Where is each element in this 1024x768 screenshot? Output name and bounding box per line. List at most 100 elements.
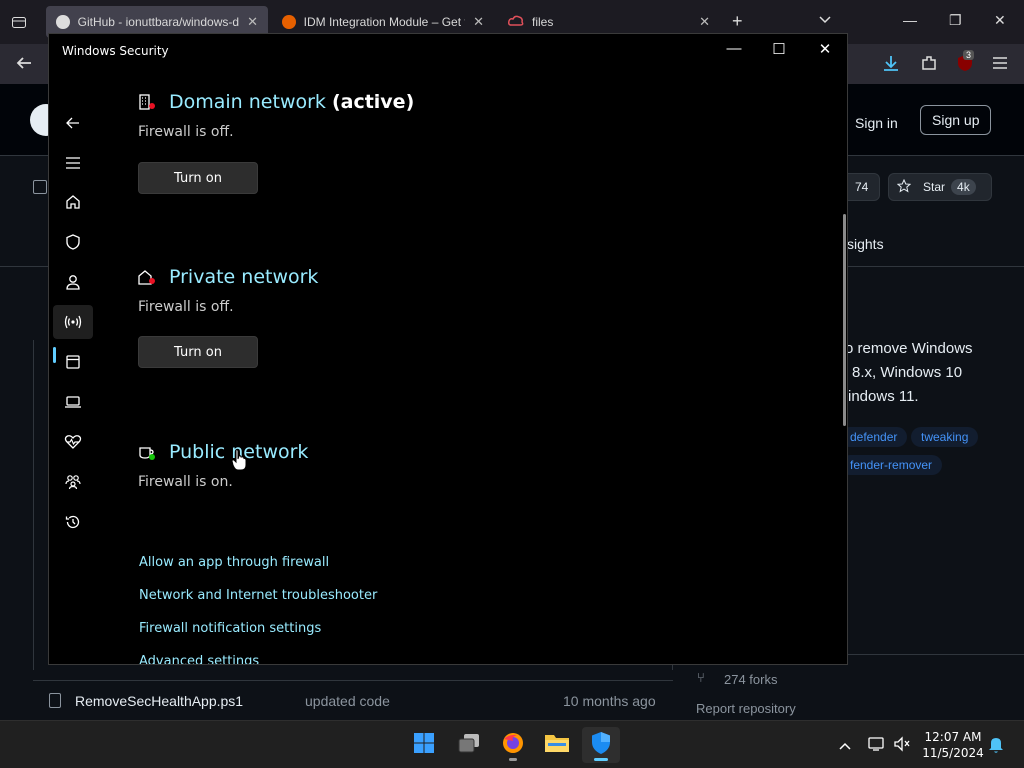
fork-icon: ⑂: [697, 670, 705, 685]
back-icon[interactable]: [53, 106, 93, 140]
domain-turn-on-button[interactable]: Turn on: [138, 162, 258, 194]
folder-icon: [544, 732, 570, 759]
firefox-favicon-icon: [282, 15, 296, 29]
file-icon: [49, 693, 61, 708]
notification-bell-icon[interactable]: [988, 736, 1004, 759]
advanced-settings-link[interactable]: Advanced settings: [139, 654, 259, 664]
new-tab-icon[interactable]: +: [732, 11, 743, 32]
app-browser-icon[interactable]: [53, 345, 93, 379]
hand-cursor-icon: [231, 449, 247, 476]
nav-rail: [49, 66, 97, 664]
home-icon[interactable]: [53, 185, 93, 219]
hamburger-menu-icon[interactable]: [992, 56, 1008, 75]
domain-network-status: Firewall is off.: [138, 124, 234, 140]
commit-date: 10 months ago: [563, 692, 656, 709]
github-favicon-icon: [56, 15, 70, 29]
laptop-icon[interactable]: [53, 385, 93, 419]
restore-icon[interactable]: ❐: [949, 12, 962, 29]
settings-icon[interactable]: [53, 657, 93, 664]
minimize-icon[interactable]: —: [719, 40, 749, 62]
fork-count: 74: [855, 180, 869, 194]
sign-up-button[interactable]: Sign up: [920, 105, 992, 135]
close-tab-icon[interactable]: ✕: [247, 14, 258, 30]
report-link[interactable]: Report repository: [696, 701, 796, 716]
menu-icon[interactable]: [53, 146, 93, 180]
tab-label: GitHub - ionuttbara/windows-d: [77, 15, 240, 29]
extensions-icon[interactable]: [920, 54, 938, 77]
window-title: Windows Security: [62, 44, 169, 58]
table-row[interactable]: RemoveSecHealthApp.ps1 updated code 10 m…: [33, 680, 673, 720]
clock-time: 12:07 AM: [924, 730, 982, 744]
active-badge: (active): [331, 91, 415, 113]
person-icon[interactable]: [53, 265, 93, 299]
cloud-favicon-icon: [508, 15, 524, 30]
close-icon[interactable]: ✕: [994, 12, 1006, 29]
heart-icon[interactable]: [53, 425, 93, 459]
windows-security-taskbar-app[interactable]: [582, 727, 620, 763]
window-titlebar[interactable]: Windows Security — ☐ ✕: [49, 34, 847, 66]
task-view-button[interactable]: [450, 727, 488, 763]
tab-insights[interactable]: sights: [847, 236, 884, 252]
clock-date: 11/5/2024: [922, 746, 984, 760]
star-button[interactable]: Star 4k: [888, 173, 992, 201]
private-network-status: Firewall is off.: [138, 299, 234, 315]
close-tab-icon[interactable]: ✕: [473, 14, 484, 30]
chevron-down-icon[interactable]: [818, 12, 832, 31]
security-shield-icon: [590, 731, 612, 760]
extension-badge: 3: [963, 50, 975, 60]
star-label: Star: [923, 180, 946, 194]
private-turn-on-button[interactable]: Turn on: [138, 336, 258, 368]
file-explorer-taskbar-app[interactable]: [538, 727, 576, 763]
windows-logo-icon: [413, 732, 435, 759]
scrollbar[interactable]: [843, 214, 846, 426]
chevron-up-icon[interactable]: [838, 738, 852, 756]
forks-link[interactable]: 274 forks: [724, 672, 777, 687]
start-button[interactable]: [405, 727, 443, 763]
sign-in-link[interactable]: Sign in: [855, 115, 898, 131]
running-indicator: [509, 758, 517, 761]
about-line: 8.x, Windows 10: [852, 364, 963, 381]
minimize-icon[interactable]: —: [903, 12, 917, 28]
tab-list-icon[interactable]: [11, 14, 27, 35]
volume-muted-icon[interactable]: [893, 736, 911, 757]
file-name[interactable]: RemoveSecHealthApp.ps1: [75, 693, 305, 709]
close-tab-icon[interactable]: ✕: [699, 14, 710, 30]
shield-icon[interactable]: [53, 225, 93, 259]
network-icon[interactable]: [53, 305, 93, 339]
topic-tag[interactable]: tweaking: [911, 427, 979, 447]
maximize-icon[interactable]: ☐: [764, 40, 794, 62]
firefox-icon: [501, 731, 525, 760]
active-indicator: [594, 758, 608, 761]
task-view-icon: [457, 732, 481, 759]
commit-message[interactable]: updated code: [305, 693, 555, 709]
troubleshooter-link[interactable]: Network and Internet troubleshooter: [139, 588, 377, 603]
tab-label: files: [532, 15, 554, 29]
allow-app-link[interactable]: Allow an app through firewall: [139, 555, 329, 570]
tab-label: IDM Integration Module – Get t: [303, 15, 466, 29]
about-line: indows 11.: [848, 388, 919, 405]
notification-settings-link[interactable]: Firewall notification settings: [139, 621, 321, 636]
about-line: o remove Windows: [845, 340, 973, 357]
clock[interactable]: 12:07 AM 11/5/2024: [918, 729, 988, 761]
private-network-title[interactable]: Private network: [169, 266, 318, 288]
public-network-icon: [138, 443, 156, 461]
download-icon[interactable]: [882, 54, 900, 77]
domain-network-title[interactable]: Domain network (active): [169, 91, 414, 113]
windows-security-window: Windows Security — ☐ ✕ Domain network (a…: [48, 33, 848, 665]
display-icon[interactable]: [867, 736, 885, 757]
star-count: 4k: [951, 179, 976, 195]
private-network-icon: [138, 268, 156, 286]
public-network-status: Firewall is on.: [138, 474, 233, 490]
domain-network-icon: [138, 93, 156, 111]
star-icon: [896, 178, 912, 196]
history-icon[interactable]: [53, 505, 93, 539]
close-icon[interactable]: ✕: [810, 40, 840, 62]
firefox-taskbar-app[interactable]: [494, 727, 532, 763]
family-icon[interactable]: [53, 465, 93, 499]
back-arrow-icon[interactable]: [15, 54, 33, 77]
topic-tag[interactable]: fender-remover: [840, 455, 943, 475]
taskbar: 12:07 AM 11/5/2024: [0, 720, 1024, 768]
domain-network-label[interactable]: Domain network: [169, 91, 326, 113]
repo-icon: [33, 180, 47, 194]
topic-tag[interactable]: defender: [840, 427, 908, 447]
